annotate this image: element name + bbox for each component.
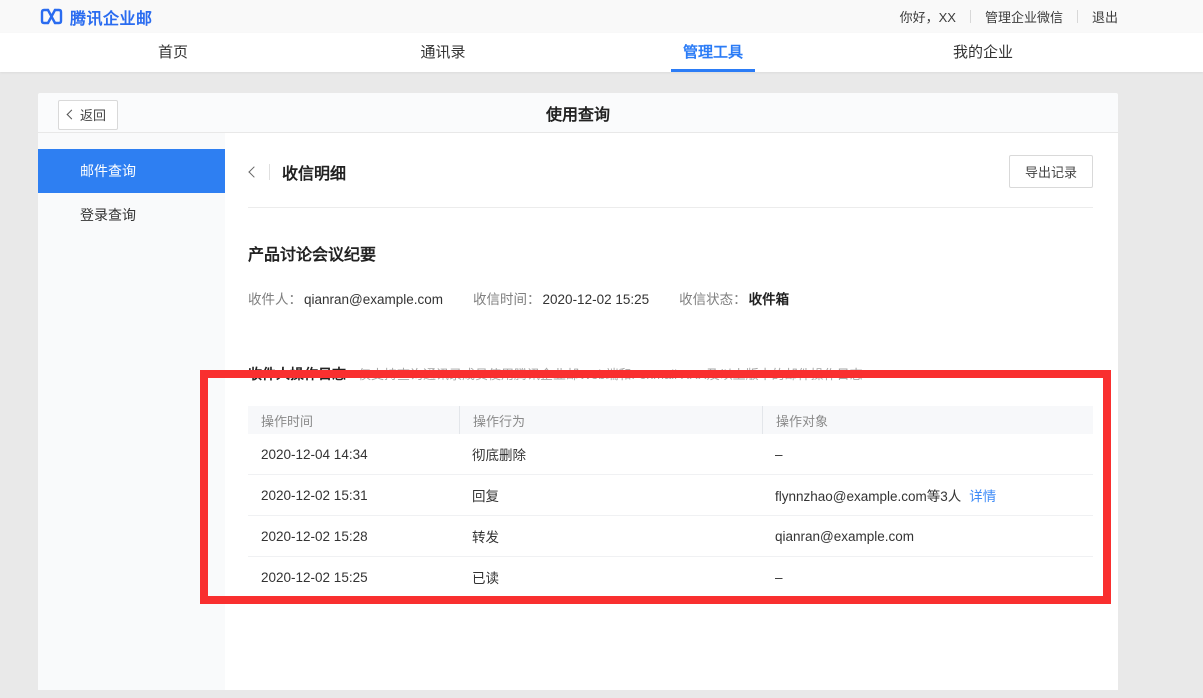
detail-header: 收信明细 导出记录 bbox=[248, 133, 1093, 208]
operation-log-header: 收件人操作日志 仅支持查询通讯录成员使用腾讯企业邮Web端和Foxmail XX… bbox=[248, 364, 1093, 384]
meta-receive-time: 收信时间：2020-12-02 15:25 bbox=[473, 288, 649, 308]
column-header-time: 操作时间 bbox=[248, 406, 459, 434]
detail-title: 收信明细 bbox=[282, 160, 346, 184]
page-title: 使用查询 bbox=[546, 101, 610, 125]
query-header: 返回 使用查询 bbox=[38, 93, 1118, 133]
tab-contacts[interactable]: 通讯录 bbox=[308, 33, 578, 72]
divider bbox=[1077, 10, 1078, 23]
logo-text: 腾讯企业邮 bbox=[70, 5, 153, 29]
tab-my-company[interactable]: 我的企业 bbox=[848, 33, 1118, 72]
column-header-action: 操作行为 bbox=[459, 406, 762, 434]
back-button[interactable]: 返回 bbox=[58, 100, 118, 130]
tab-admin-tools[interactable]: 管理工具 bbox=[578, 33, 848, 72]
usage-query-panel: 返回 使用查询 邮件查询 登录查询 收信明细 导出记录 产品讨论会议纪要 收件人… bbox=[38, 93, 1118, 690]
table-row: 2020-12-02 15:28 转发 qianran@example.com bbox=[248, 516, 1093, 557]
tab-home[interactable]: 首页 bbox=[38, 33, 308, 72]
meta-recipient: 收件人：qianran@example.com bbox=[248, 288, 443, 308]
sidebar-item-login-query[interactable]: 登录查询 bbox=[38, 193, 225, 237]
topbar: 腾讯企业邮 你好，XX 管理企业微信 退出 bbox=[0, 0, 1203, 33]
chevron-left-icon bbox=[67, 110, 77, 120]
table-row: 2020-12-04 14:34 彻底删除 – bbox=[248, 434, 1093, 475]
table-header-row: 操作时间 操作行为 操作对象 bbox=[248, 406, 1093, 434]
divider bbox=[970, 10, 971, 23]
mail-subject: 产品讨论会议纪要 bbox=[248, 241, 1093, 265]
divider bbox=[269, 164, 270, 180]
exmail-logo[interactable]: 腾讯企业邮 bbox=[40, 5, 153, 29]
logout-link[interactable]: 退出 bbox=[1092, 7, 1118, 26]
meta-receive-status: 收信状态：收件箱 bbox=[679, 288, 789, 308]
column-header-target: 操作对象 bbox=[762, 406, 1093, 434]
detail-back-button[interactable] bbox=[248, 166, 260, 178]
chevron-left-icon bbox=[248, 166, 259, 177]
table-row: 2020-12-02 15:31 回复 flynnzhao@example.co… bbox=[248, 475, 1093, 516]
export-records-button[interactable]: 导出记录 bbox=[1009, 155, 1093, 188]
operation-log-note: 仅支持查询通讯录成员使用腾讯企业邮Web端和Foxmail XXX及以上版本的邮… bbox=[358, 364, 863, 383]
manage-wecom-link[interactable]: 管理企业微信 bbox=[985, 7, 1063, 26]
table-row: 2020-12-02 15:25 已读 – bbox=[248, 557, 1093, 598]
mail-meta: 收件人：qianran@example.com 收信时间：2020-12-02 … bbox=[248, 288, 1093, 308]
user-greeting: 你好，XX bbox=[900, 7, 956, 26]
main-content: 收信明细 导出记录 产品讨论会议纪要 收件人：qianran@example.c… bbox=[225, 133, 1118, 690]
sidebar: 邮件查询 登录查询 bbox=[38, 133, 225, 690]
operation-log-title: 收件人操作日志 bbox=[248, 364, 346, 384]
exmail-logo-icon bbox=[40, 8, 63, 25]
detail-link[interactable]: 详情 bbox=[969, 485, 996, 505]
sidebar-item-mail-query[interactable]: 邮件查询 bbox=[38, 149, 225, 193]
operation-log-table: 操作时间 操作行为 操作对象 2020-12-04 14:34 彻底删除 – 2… bbox=[248, 406, 1093, 598]
main-nav: 首页 通讯录 管理工具 我的企业 bbox=[0, 33, 1203, 72]
